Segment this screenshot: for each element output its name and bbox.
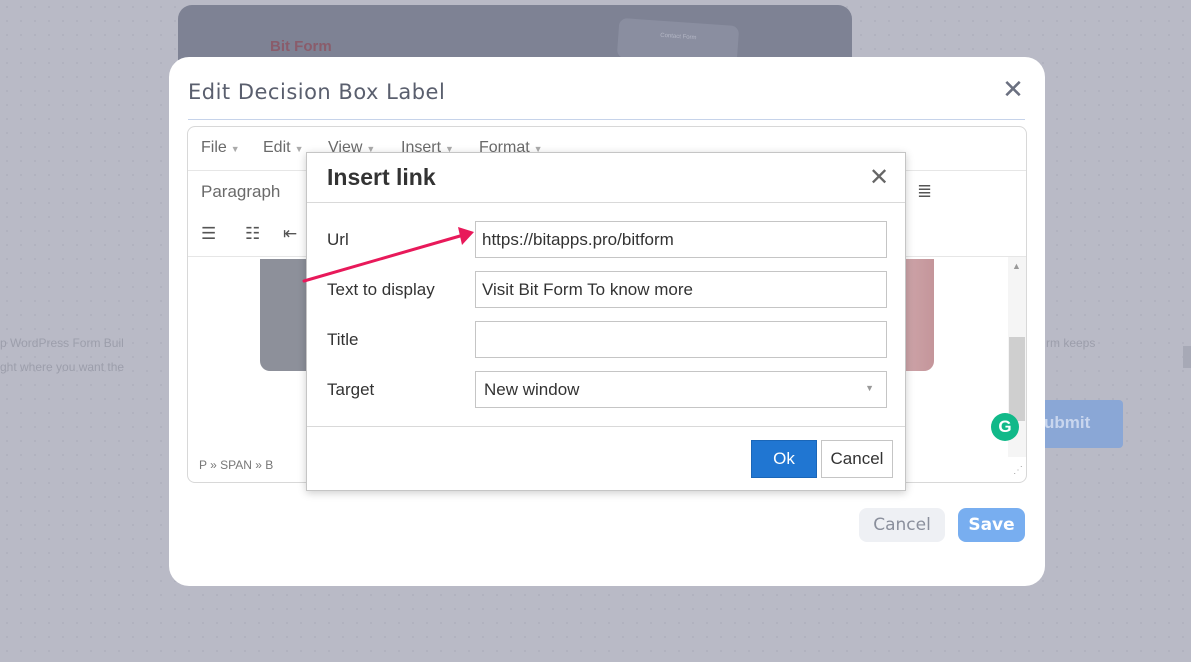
menu-file-label: File bbox=[201, 139, 227, 156]
editor-status-path[interactable]: P » SPAN » B bbox=[199, 458, 273, 472]
text-to-display-label: Text to display bbox=[327, 280, 435, 299]
background-text-left-2: ght where you want the bbox=[0, 360, 125, 374]
bullet-list-icon[interactable]: ☷ bbox=[245, 224, 260, 244]
brand-part2: Form bbox=[294, 38, 332, 55]
url-field[interactable] bbox=[475, 221, 887, 258]
scroll-up-icon[interactable]: ▲ bbox=[1012, 261, 1021, 271]
align-justify-icon[interactable]: ≣ bbox=[917, 181, 932, 202]
dialog-title: Insert link bbox=[327, 164, 436, 190]
dialog-footer: Ok Cancel bbox=[307, 426, 905, 492]
close-icon[interactable]: ✕ bbox=[869, 163, 889, 192]
url-label: Url bbox=[327, 230, 349, 249]
title-field[interactable] bbox=[475, 321, 887, 358]
insert-link-dialog: Insert link ✕ Url Text to display Title … bbox=[306, 152, 906, 491]
modal-title: Edit Decision Box Label bbox=[188, 80, 446, 104]
title-label: Title bbox=[327, 330, 359, 349]
ordered-list-icon[interactable]: ☰ bbox=[201, 224, 216, 244]
grammarly-icon[interactable]: G bbox=[991, 413, 1019, 441]
menu-file[interactable]: File ▼ bbox=[201, 139, 240, 157]
outdent-icon[interactable]: ⇤ bbox=[283, 224, 297, 244]
cancel-button[interactable]: Cancel bbox=[859, 508, 945, 542]
background-brand-logo: Bit Form bbox=[270, 38, 332, 55]
save-button[interactable]: Save bbox=[958, 508, 1025, 542]
target-select-value: New window bbox=[484, 380, 580, 399]
block-format-select[interactable]: Paragraph bbox=[201, 182, 280, 202]
resize-grip-icon[interactable]: ⋰ bbox=[1013, 465, 1023, 476]
brand-part1: Bit bbox=[270, 38, 290, 55]
chevron-down-icon: ▼ bbox=[230, 144, 240, 154]
close-icon[interactable]: ✕ bbox=[997, 74, 1029, 106]
text-to-display-field[interactable] bbox=[475, 271, 887, 308]
background-text-right: rm keeps bbox=[1046, 336, 1096, 350]
background-edge-element bbox=[1183, 346, 1191, 368]
dialog-cancel-button[interactable]: Cancel bbox=[821, 440, 893, 478]
target-select[interactable]: New window ▼ bbox=[475, 371, 887, 408]
target-label: Target bbox=[327, 380, 375, 399]
background-text-left-1: p WordPress Form Buil bbox=[0, 336, 124, 350]
menu-edit-label: Edit bbox=[263, 139, 291, 156]
scroll-thumb[interactable] bbox=[1009, 337, 1025, 421]
menu-edit[interactable]: Edit ▼ bbox=[263, 139, 304, 157]
modal-divider bbox=[188, 119, 1025, 120]
dialog-header: Insert link ✕ bbox=[307, 153, 905, 203]
ok-button[interactable]: Ok bbox=[751, 440, 817, 478]
chevron-down-icon: ▼ bbox=[865, 383, 874, 393]
chevron-down-icon: ▼ bbox=[294, 144, 304, 154]
